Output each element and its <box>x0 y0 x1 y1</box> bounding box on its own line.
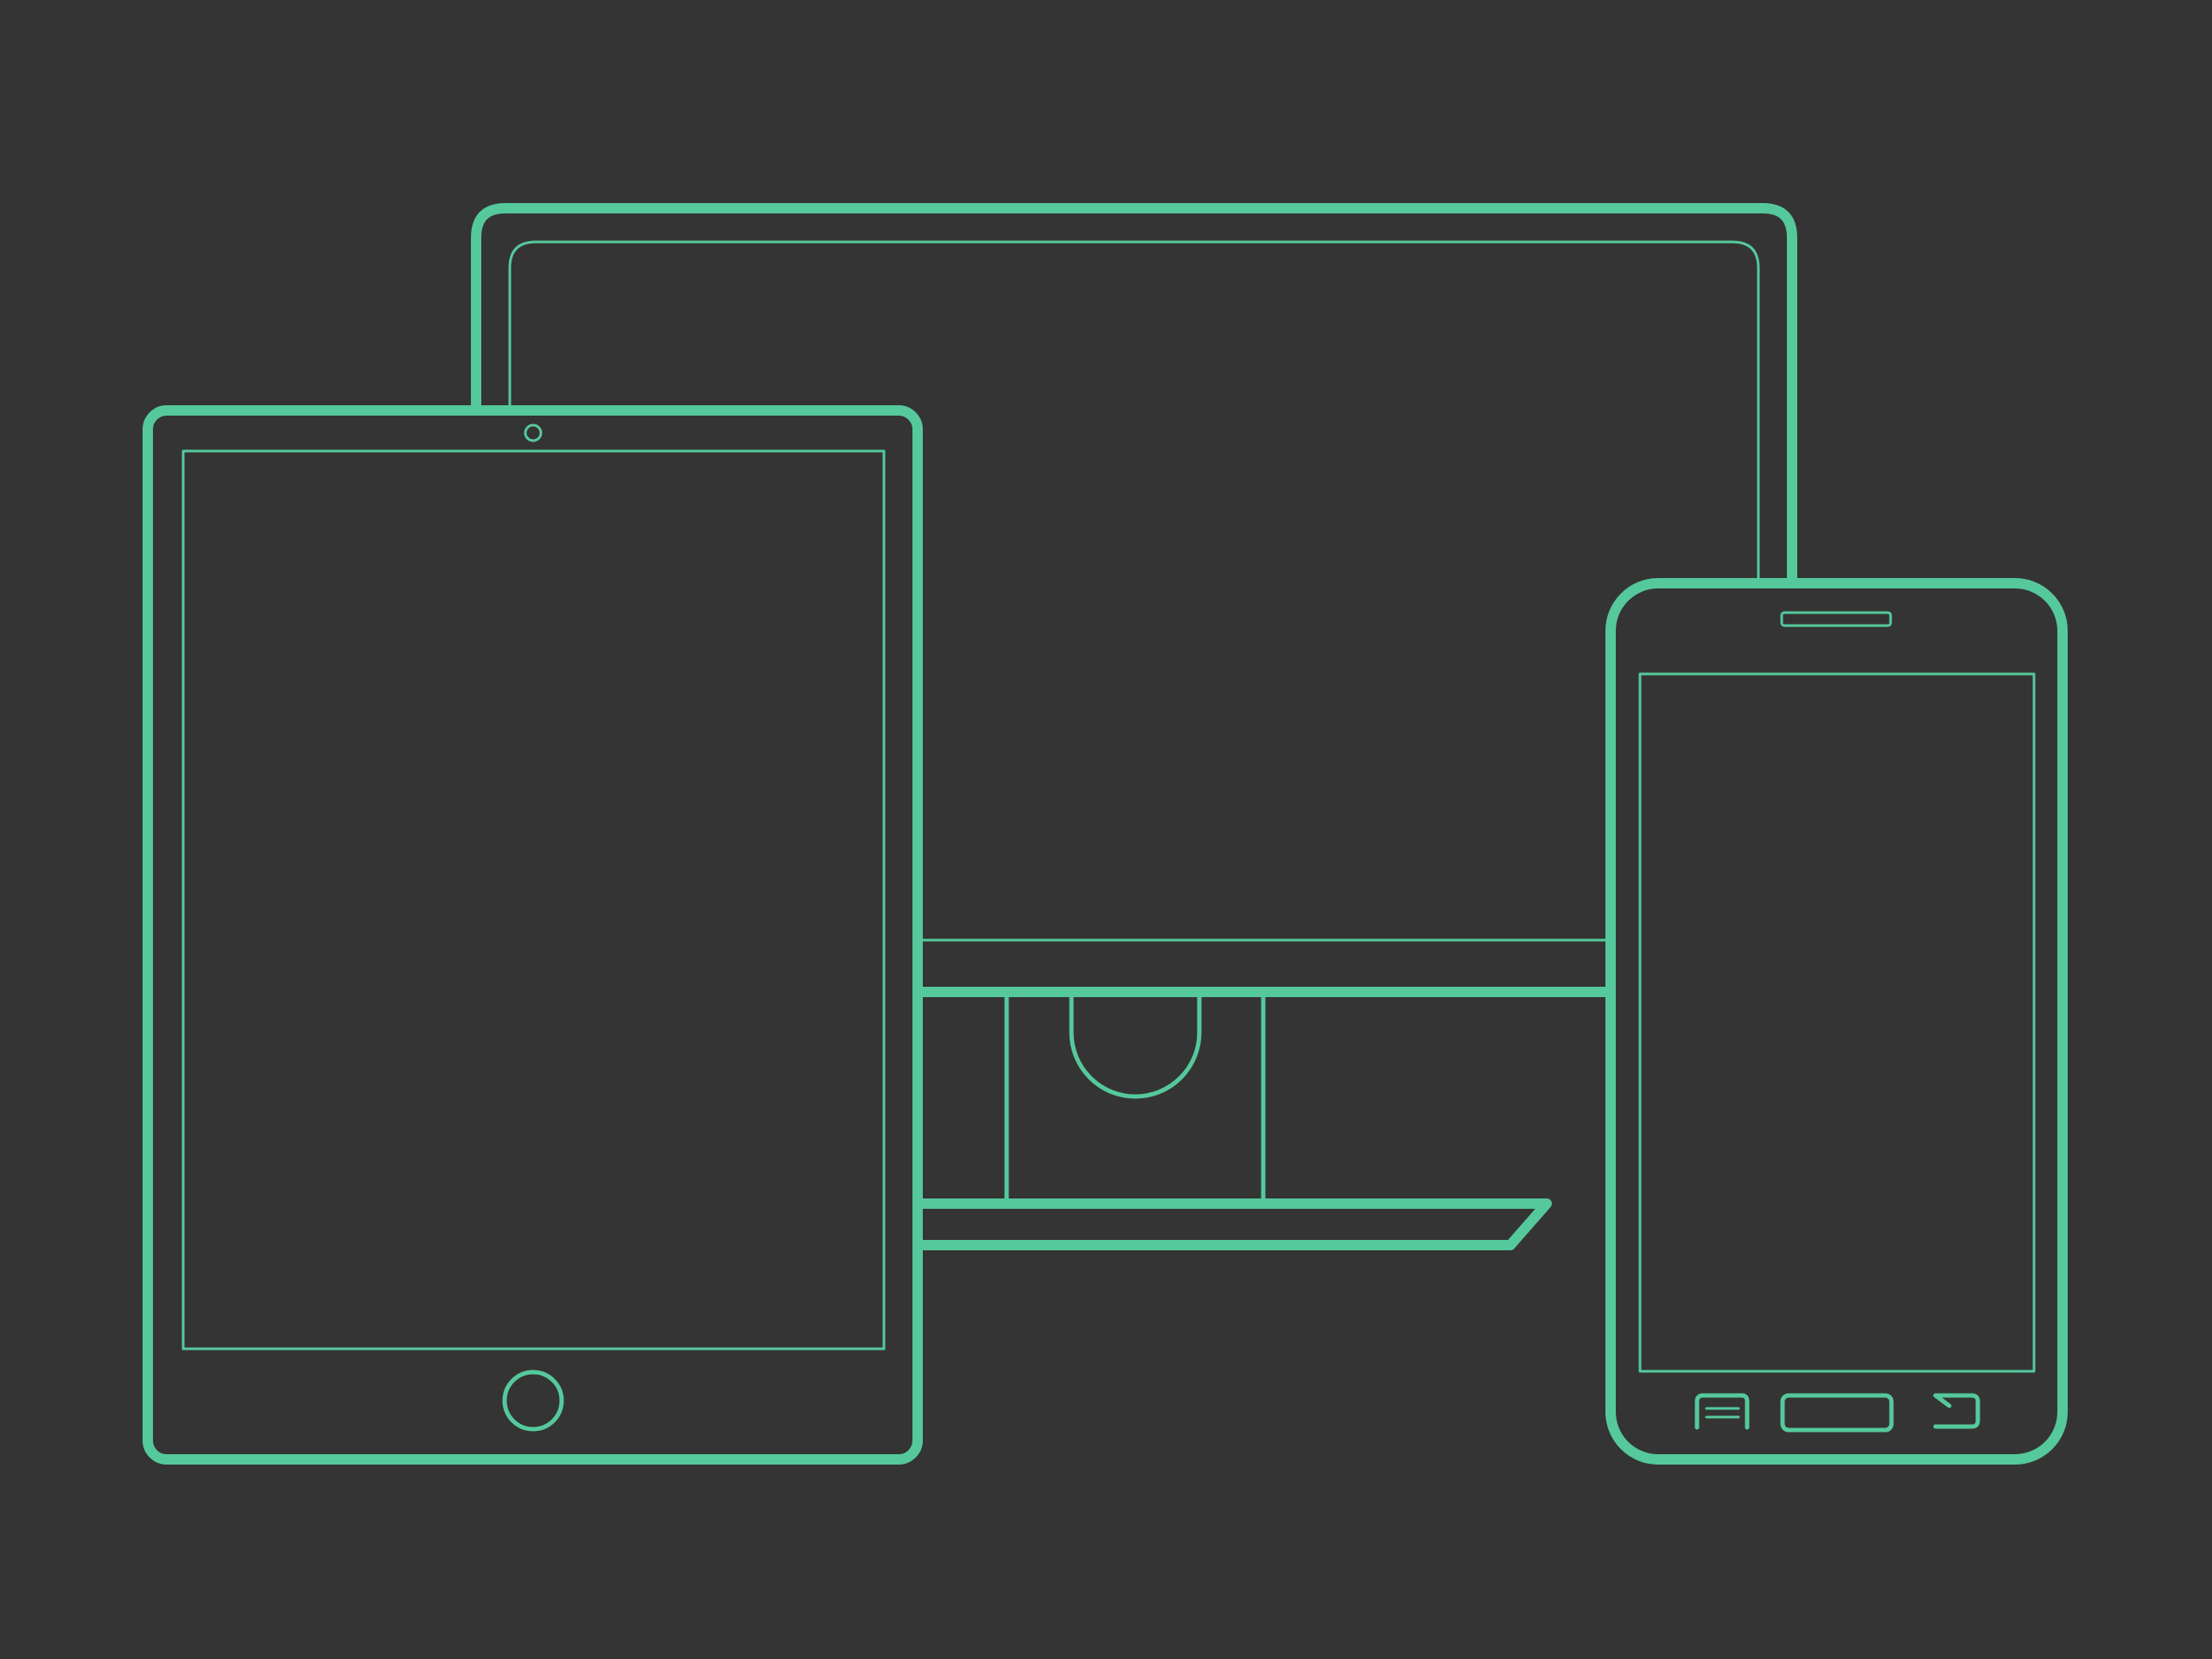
monitor-base <box>911 1198 1552 1250</box>
phone-body-fill <box>1611 583 2063 1459</box>
devices-illustration <box>143 203 2068 1465</box>
monitor-neck <box>1004 989 1266 1206</box>
smartphone-icon <box>1605 578 2068 1465</box>
tablet-icon <box>143 405 923 1465</box>
tablet-body-fill <box>148 410 918 1459</box>
